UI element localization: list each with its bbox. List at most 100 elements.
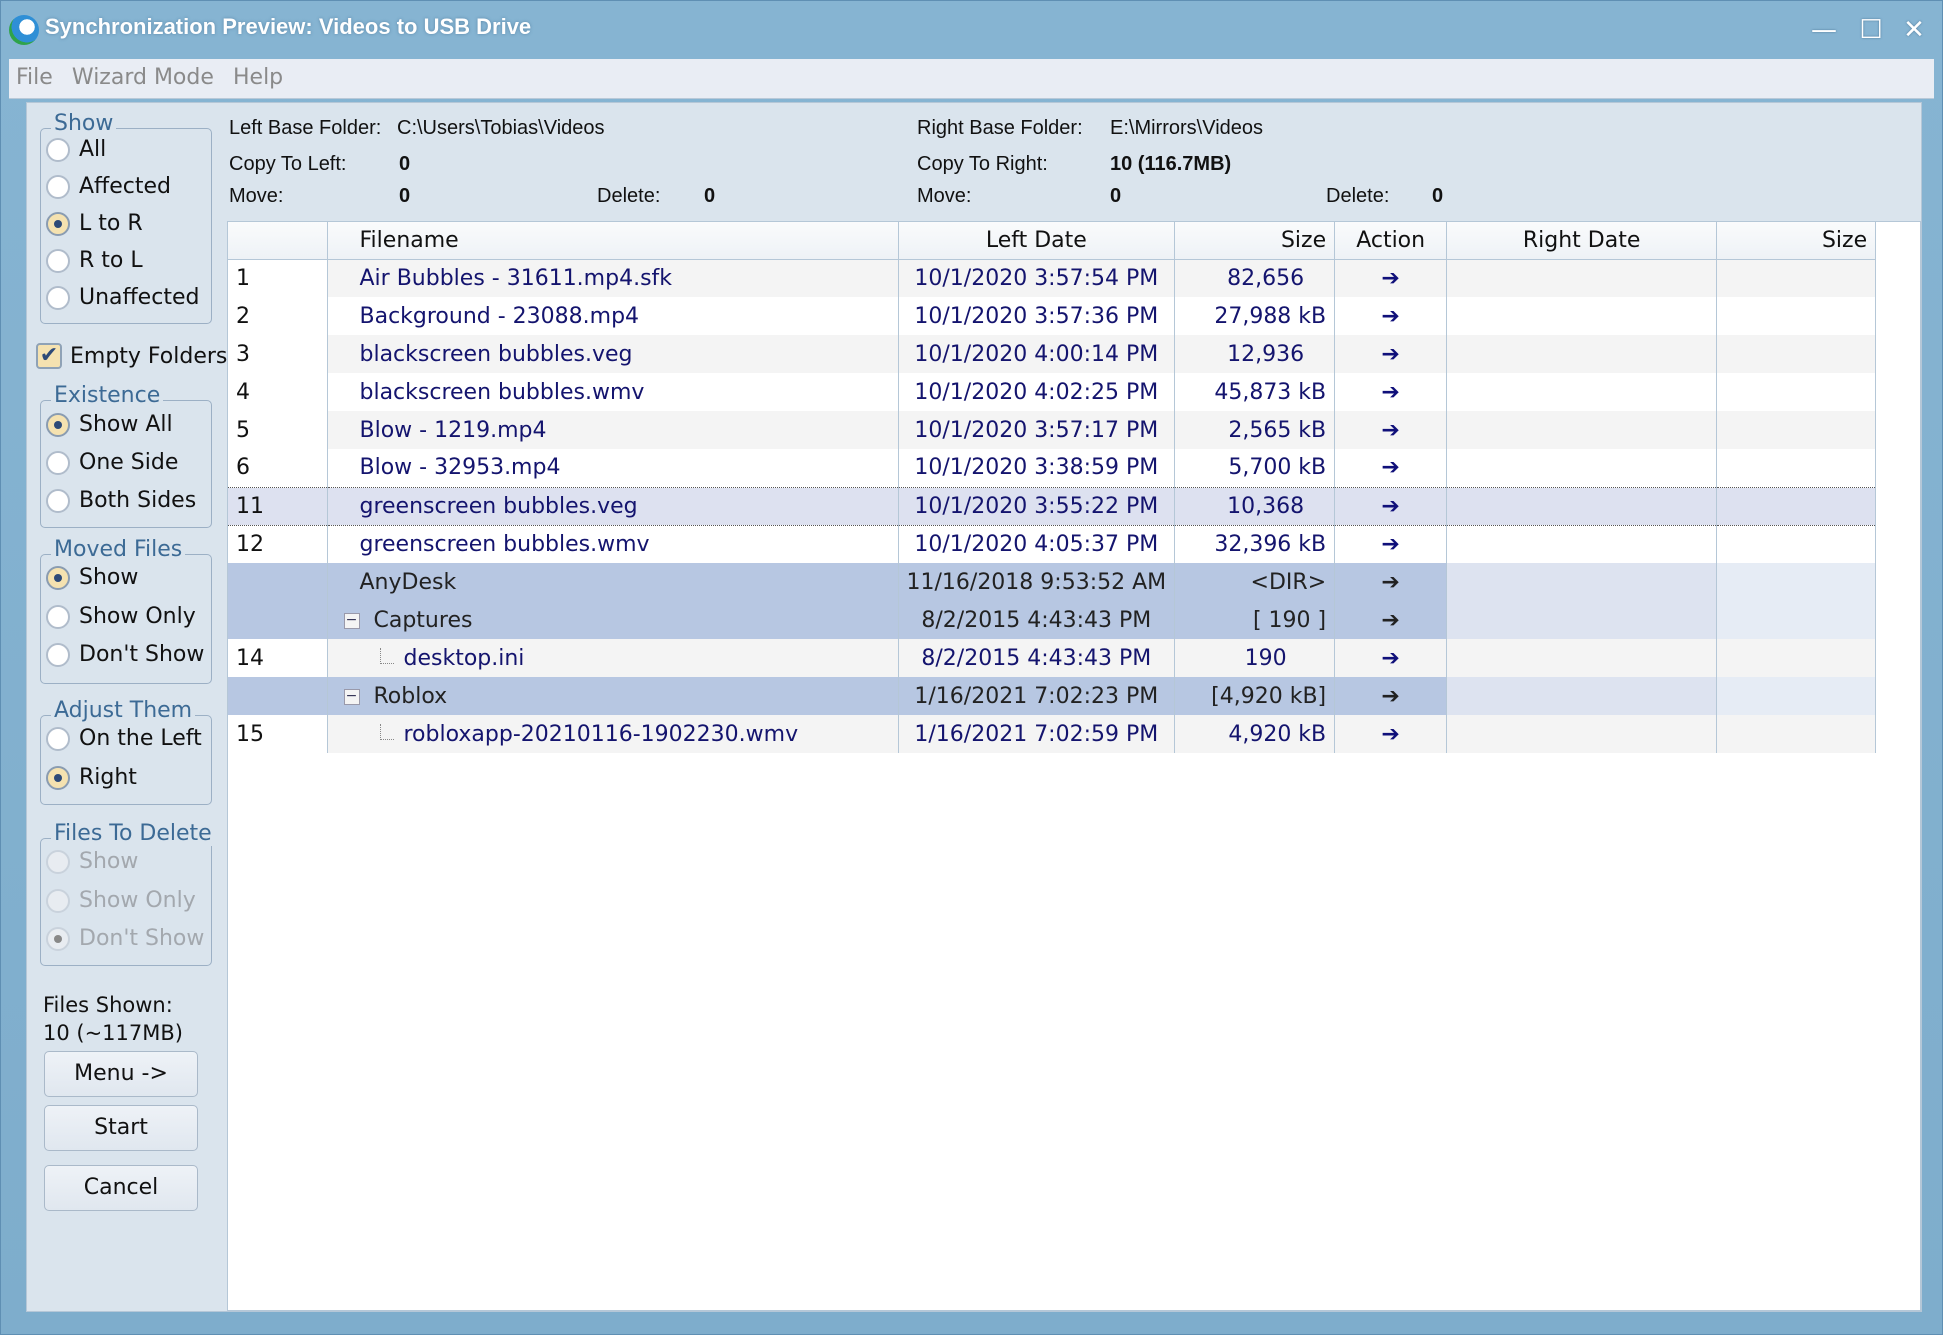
table-row[interactable]: 1 Air Bubbles - 31611.mp4.sfk 10/1/2020 3:… <box>228 259 1877 297</box>
filename-cell[interactable]: greenscreen bubbles.wmv <box>327 525 899 563</box>
table-row[interactable]: 14 desktop.ini 8/2/2015 4:43:43 PM 190 ➔ <box>228 639 1877 677</box>
radio-button[interactable] <box>46 248 70 273</box>
filename-cell[interactable]: − Captures <box>327 601 899 639</box>
filename-cell[interactable]: Blow - 1219.mp4 <box>327 411 899 449</box>
filename-cell[interactable]: greenscreen bubbles.veg <box>327 486 899 526</box>
table-row[interactable]: 2 Background - 23088.mp4 10/1/2020 3:57:36… <box>228 297 1877 335</box>
copy-right-arrow-icon[interactable]: ➔ <box>1334 335 1448 373</box>
filename-cell[interactable]: AnyDesk <box>327 563 899 601</box>
copy-right-arrow-icon[interactable]: ➔ <box>1334 411 1448 449</box>
copy-right-arrow-icon[interactable]: ➔ <box>1334 525 1448 563</box>
maximize-button[interactable]: ☐ <box>1853 15 1889 45</box>
radio-button[interactable] <box>46 604 70 629</box>
copy-right-arrow-icon[interactable]: ➔ <box>1334 601 1448 639</box>
column-header-right-date[interactable]: Right Date <box>1446 222 1718 260</box>
radio-label: Show Only <box>79 604 196 629</box>
folder-row[interactable]: AnyDesk 11/16/2018 9:53:52 AM <DIR> ➔ <box>228 563 1877 601</box>
radio-moved-dont-show[interactable]: Don't Show <box>46 642 204 667</box>
radio-button[interactable] <box>46 450 70 475</box>
radio-show-r-to-l[interactable]: R to L <box>46 248 143 273</box>
radio-button[interactable] <box>46 726 70 751</box>
radio-moved-show-only[interactable]: Show Only <box>46 604 196 629</box>
minimize-button[interactable]: — <box>1806 15 1842 45</box>
existence-group: Existence Show All One Side Both Sides <box>40 383 212 528</box>
radio-show-l-to-r[interactable]: L to R <box>46 211 143 236</box>
table-row[interactable]: 6 Blow - 32953.mp4 10/1/2020 3:38:59 PM 5,7… <box>228 449 1877 487</box>
column-header-left-size[interactable]: Size <box>1174 222 1336 260</box>
left-date-cell: 10/1/2020 3:57:54 PM <box>898 259 1176 297</box>
row-number: 14 <box>228 639 328 677</box>
filename: AnyDesk <box>359 569 457 595</box>
radio-existence-both-sides[interactable]: Both Sides <box>46 488 196 513</box>
checkmark-icon[interactable]: ✔ <box>36 343 62 369</box>
filename-cell[interactable]: blackscreen bubbles.wmv <box>327 373 899 411</box>
filename-cell[interactable]: Blow - 32953.mp4 <box>327 449 899 487</box>
copy-right-arrow-icon[interactable]: ➔ <box>1334 259 1448 297</box>
radio-existence-one-side[interactable]: One Side <box>46 450 178 475</box>
radio-button[interactable] <box>46 642 70 667</box>
radio-adjust-right[interactable]: Right <box>46 765 137 790</box>
radio-button[interactable] <box>46 211 70 236</box>
radio-button[interactable] <box>46 765 70 790</box>
column-header-number[interactable] <box>228 222 328 260</box>
menu-help[interactable]: Help <box>226 59 290 96</box>
start-button[interactable]: Start <box>44 1105 198 1151</box>
cancel-button[interactable]: Cancel <box>44 1165 198 1211</box>
radio-button[interactable] <box>46 285 70 310</box>
radio-button[interactable] <box>46 565 70 590</box>
radio-button[interactable] <box>46 137 70 162</box>
table-row[interactable]: 5 Blow - 1219.mp4 10/1/2020 3:57:17 PM 2,56… <box>228 411 1877 449</box>
column-header-filename[interactable]: Filename <box>327 222 899 260</box>
radio-show-unaffected[interactable]: Unaffected <box>46 285 199 310</box>
table-row[interactable]: 12 greenscreen bubbles.wmv 10/1/2020 4:05:… <box>228 525 1877 563</box>
close-button[interactable]: ✕ <box>1896 15 1932 45</box>
menu-wizard-mode[interactable]: Wizard Mode <box>65 59 221 96</box>
radio-label: Show <box>79 849 139 874</box>
radio-label: Show Only <box>79 888 196 913</box>
filename-cell[interactable]: − Roblox <box>327 677 899 715</box>
table-row[interactable]: 3 blackscreen bubbles.veg 10/1/2020 4:00:1… <box>228 335 1877 373</box>
copy-right-arrow-icon[interactable]: ➔ <box>1334 563 1448 601</box>
filename-cell[interactable]: Air Bubbles - 31611.mp4.sfk <box>327 259 899 297</box>
radio-label: Unaffected <box>79 285 200 310</box>
left-date-cell: 10/1/2020 3:57:36 PM <box>898 297 1176 335</box>
menu-button[interactable]: Menu -> <box>44 1051 198 1097</box>
table-row[interactable]: 4 blackscreen bubbles.wmv 10/1/2020 4:02:2… <box>228 373 1877 411</box>
right-size-cell <box>1716 525 1877 563</box>
column-header-right-size[interactable]: Size <box>1716 222 1877 260</box>
left-size-cell: 5,700 kB <box>1174 449 1336 487</box>
radio-adjust-left[interactable]: On the Left <box>46 726 202 751</box>
table-row[interactable]: 11 greenscreen bubbles.veg 10/1/2020 3:55:… <box>228 486 1877 526</box>
copy-right-arrow-icon[interactable]: ➔ <box>1334 373 1448 411</box>
collapse-icon[interactable]: − <box>343 688 360 705</box>
filename-cell[interactable]: Background - 23088.mp4 <box>327 297 899 335</box>
left-date-cell: 10/1/2020 4:05:37 PM <box>898 525 1176 563</box>
collapse-icon[interactable]: − <box>343 612 360 629</box>
sync-preview-window: Synchronization Preview: Videos to USB D… <box>0 0 1943 1335</box>
left-delete-label: Delete: <box>597 185 661 207</box>
radio-moved-show[interactable]: Show <box>46 565 138 590</box>
copy-right-arrow-icon[interactable]: ➔ <box>1334 639 1448 677</box>
radio-show-all[interactable]: All <box>46 137 106 162</box>
folder-row[interactable]: − Roblox 1/16/2021 7:02:23 PM [4,920 kB] ➔ <box>228 677 1877 715</box>
folder-row[interactable]: − Captures 8/2/2015 4:43:43 PM[ 190 ] ➔ <box>228 601 1877 639</box>
copy-right-arrow-icon[interactable]: ➔ <box>1334 486 1448 526</box>
radio-existence-show-all[interactable]: Show All <box>46 412 173 437</box>
empty-folders-checkbox[interactable]: ✔ Empty Folders <box>36 343 227 369</box>
copy-right-arrow-icon[interactable]: ➔ <box>1334 715 1448 753</box>
filename-cell[interactable]: desktop.ini <box>327 639 899 677</box>
radio-button[interactable] <box>46 412 70 437</box>
radio-show-affected[interactable]: Affected <box>46 174 171 199</box>
copy-right-arrow-icon[interactable]: ➔ <box>1334 297 1448 335</box>
left-date-cell: 10/1/2020 4:00:14 PM <box>898 335 1176 373</box>
radio-button[interactable] <box>46 488 70 513</box>
copy-right-arrow-icon[interactable]: ➔ <box>1334 449 1448 487</box>
filename-cell[interactable]: blackscreen bubbles.veg <box>327 335 899 373</box>
table-row[interactable]: 15 robloxapp-20210116-1902230.wmv 1/16/202… <box>228 715 1877 753</box>
menu-file[interactable]: File <box>9 59 60 96</box>
radio-button[interactable] <box>46 174 70 199</box>
copy-right-arrow-icon[interactable]: ➔ <box>1334 677 1448 715</box>
column-header-left-date[interactable]: Left Date <box>898 222 1176 260</box>
column-header-action[interactable]: Action <box>1334 222 1448 260</box>
filename-cell[interactable]: robloxapp-20210116-1902230.wmv <box>327 715 899 753</box>
